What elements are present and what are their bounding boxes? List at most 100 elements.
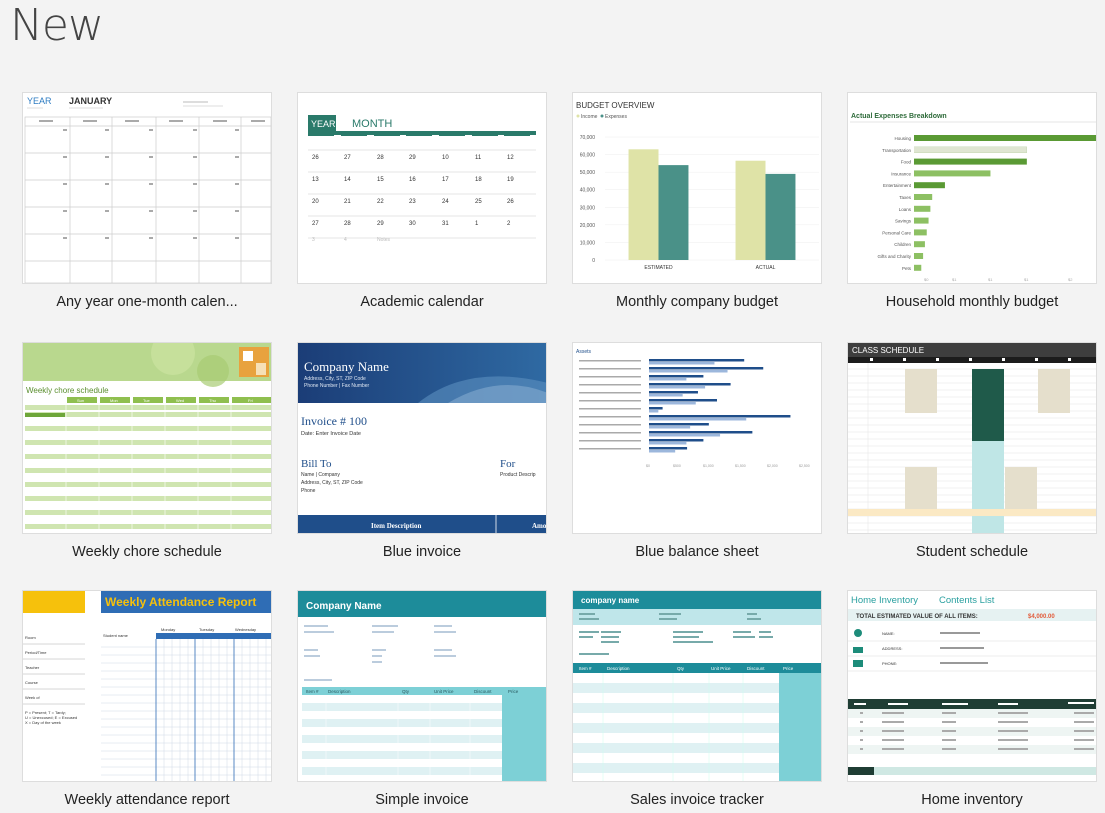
template-tile-household-monthly-budget[interactable]: Actual Expenses Breakdown Housing Transpo…: [847, 92, 1097, 324]
template-tile-simple-invoice[interactable]: Company Name Item # Description Qty Unit P…: [297, 590, 547, 813]
template-title: Academic calendar: [360, 294, 484, 310]
x-tick-label: ESTIMATED: [644, 265, 673, 271]
template-thumbnail: CLASS SCHEDULE: [847, 342, 1097, 534]
template-title: Sales invoice tracker: [630, 792, 764, 808]
template-thumbnail: Assets $0 $500 $1,000 $1,500 $2,000 $2,500: [572, 342, 822, 534]
svg-text:Date: Enter Invoice Date: Date: Enter Invoice Date: [301, 431, 361, 437]
template-thumbnail: Actual Expenses Breakdown Housing Transpo…: [847, 92, 1097, 284]
svg-text:Discount: Discount: [474, 689, 492, 694]
asset-bar-prior: [649, 386, 706, 389]
template-tile-any-year-calendar[interactable]: YEAR JANUARY Any year one-month calen...: [22, 92, 272, 324]
category-label: Entertainment: [883, 183, 912, 188]
svg-text:Wed: Wed: [176, 398, 184, 403]
row-label: [579, 368, 641, 370]
expense-bar: [914, 229, 927, 236]
expense-bar: [914, 241, 925, 248]
asset-bar: [649, 375, 704, 378]
svg-text:3: 3: [312, 237, 315, 243]
template-tile-weekly-chore-schedule[interactable]: Weekly chore schedule Sun Mon Tue Wed Thu Fr…: [22, 342, 272, 574]
expense-bar: [914, 170, 991, 177]
svg-text:$4,000.00: $4,000.00: [1028, 614, 1055, 620]
asset-bar: [649, 447, 688, 450]
svg-text:Name | Company: Name | Company: [301, 472, 340, 478]
svg-text:$1: $1: [952, 277, 957, 282]
preview-title: CLASS SCHEDULE: [852, 346, 924, 355]
svg-text:Unit Price: Unit Price: [711, 666, 731, 671]
asset-bar-prior: [649, 370, 728, 373]
svg-text:Qty: Qty: [402, 689, 410, 694]
household-chart: Actual Expenses Breakdown Housing Transpo…: [850, 113, 1096, 282]
svg-text:28: 28: [377, 155, 384, 161]
template-thumbnail: YEAR MONTH 26 27 28 29 10 11 12 13 14 15 16 17 18 19…: [297, 92, 547, 284]
template-title: Simple invoice: [375, 792, 469, 808]
asset-bar-prior: [649, 378, 687, 381]
template-tile-student-schedule[interactable]: CLASS SCHEDULE Student schedule: [847, 342, 1097, 574]
budget-chart: BUDGET OVERVIEW Income Expenses 0 10,000 2…: [576, 101, 819, 271]
template-thumbnail: YEAR JANUARY: [22, 92, 272, 284]
y-tick-label: 70,000: [580, 135, 596, 141]
svg-text:Tue: Tue: [143, 398, 151, 403]
svg-text:Student name: Student name: [103, 633, 129, 638]
svg-text:26: 26: [507, 199, 514, 205]
template-thumbnail: Company Name Item # Description Qty Unit P…: [297, 590, 547, 782]
preview-company: Company Name: [306, 601, 382, 612]
expense-bar: [914, 194, 933, 200]
expense-bar: [914, 253, 924, 259]
row-label: [579, 440, 641, 442]
template-thumbnail: Company Name Address, City, ST, ZIP Code…: [297, 342, 547, 534]
category-label: Loans: [899, 207, 912, 212]
svg-text:12: 12: [507, 155, 514, 161]
svg-text:ADDRESS:: ADDRESS:: [882, 646, 902, 651]
asset-bar: [649, 431, 753, 434]
template-thumbnail: BUDGET OVERVIEW Income Expenses 0 10,000 2…: [572, 92, 822, 284]
row-label: [579, 392, 641, 394]
row-label: [579, 424, 641, 426]
svg-text:19: 19: [507, 177, 514, 183]
asset-bar-prior: [649, 362, 715, 365]
category-label: Taxes: [899, 195, 912, 200]
svg-text:Week of: Week of: [25, 695, 40, 700]
svg-text:17: 17: [442, 177, 449, 183]
template-tile-weekly-attendance-report[interactable]: Weekly Attendance Report Monday Tuesday We…: [22, 590, 272, 813]
template-tile-blue-balance-sheet[interactable]: Assets $0 $500 $1,000 $1,500 $2,000 $2,500 Bl…: [572, 342, 822, 574]
row-label: [579, 432, 641, 434]
asset-bar: [649, 415, 791, 418]
template-title: Any year one-month calen...: [56, 294, 238, 310]
svg-text:Fri: Fri: [248, 398, 253, 403]
template-tile-blue-invoice[interactable]: Company Name Address, City, ST, ZIP Code…: [297, 342, 547, 574]
preview-company: Company Name: [304, 359, 389, 374]
template-thumbnail: Weekly chore schedule Sun Mon Tue Wed Thu Fr…: [22, 342, 272, 534]
svg-text:10: 10: [442, 155, 449, 161]
template-title: Weekly chore schedule: [72, 544, 222, 560]
asset-bar-prior: [649, 450, 676, 453]
template-tile-monthly-company-budget[interactable]: BUDGET OVERVIEW Income Expenses 0 10,000 2…: [572, 92, 822, 324]
chart-title: Actual Expenses Breakdown: [851, 113, 947, 120]
template-tile-home-inventory[interactable]: Home Inventory Contents List TOTAL ESTIM…: [847, 590, 1097, 813]
svg-text:Wednesday: Wednesday: [235, 627, 256, 632]
category-label: Personal Care: [882, 230, 911, 235]
page-title: New: [10, 0, 104, 51]
template-title: Monthly company budget: [615, 294, 778, 310]
svg-text:Amo: Amo: [532, 522, 547, 530]
bar-expenses: [765, 173, 796, 260]
y-tick-label: 30,000: [580, 205, 596, 211]
template-title: Blue balance sheet: [635, 544, 759, 560]
template-tile-academic-calendar[interactable]: YEAR MONTH 26 27 28 29 10 11 12 13 14 15 16 17 18 19…: [297, 92, 547, 324]
expense-bar: [914, 158, 1027, 165]
preview-invoice-number: Invoice # 100: [301, 414, 367, 428]
template-tile-sales-invoice-tracker[interactable]: company name Item # Description Qty Unit P…: [572, 590, 822, 813]
preview-title: Weekly chore schedule: [26, 386, 109, 395]
bar-income: [628, 149, 659, 260]
expense-bar: [914, 135, 1096, 141]
category-label: Housing: [894, 136, 911, 141]
legend-expenses: Expenses: [605, 114, 627, 120]
row-label: [579, 376, 641, 378]
svg-text:Course: Course: [25, 680, 39, 685]
preview-tab-home: Home Inventory: [851, 595, 918, 606]
svg-text:Thu: Thu: [209, 398, 216, 403]
svg-text:Unit Price: Unit Price: [434, 689, 454, 694]
asset-bar: [649, 367, 764, 370]
svg-text:PHONE:: PHONE:: [882, 661, 897, 666]
svg-text:Discount: Discount: [747, 666, 765, 671]
svg-text:$2,000: $2,000: [767, 464, 778, 468]
